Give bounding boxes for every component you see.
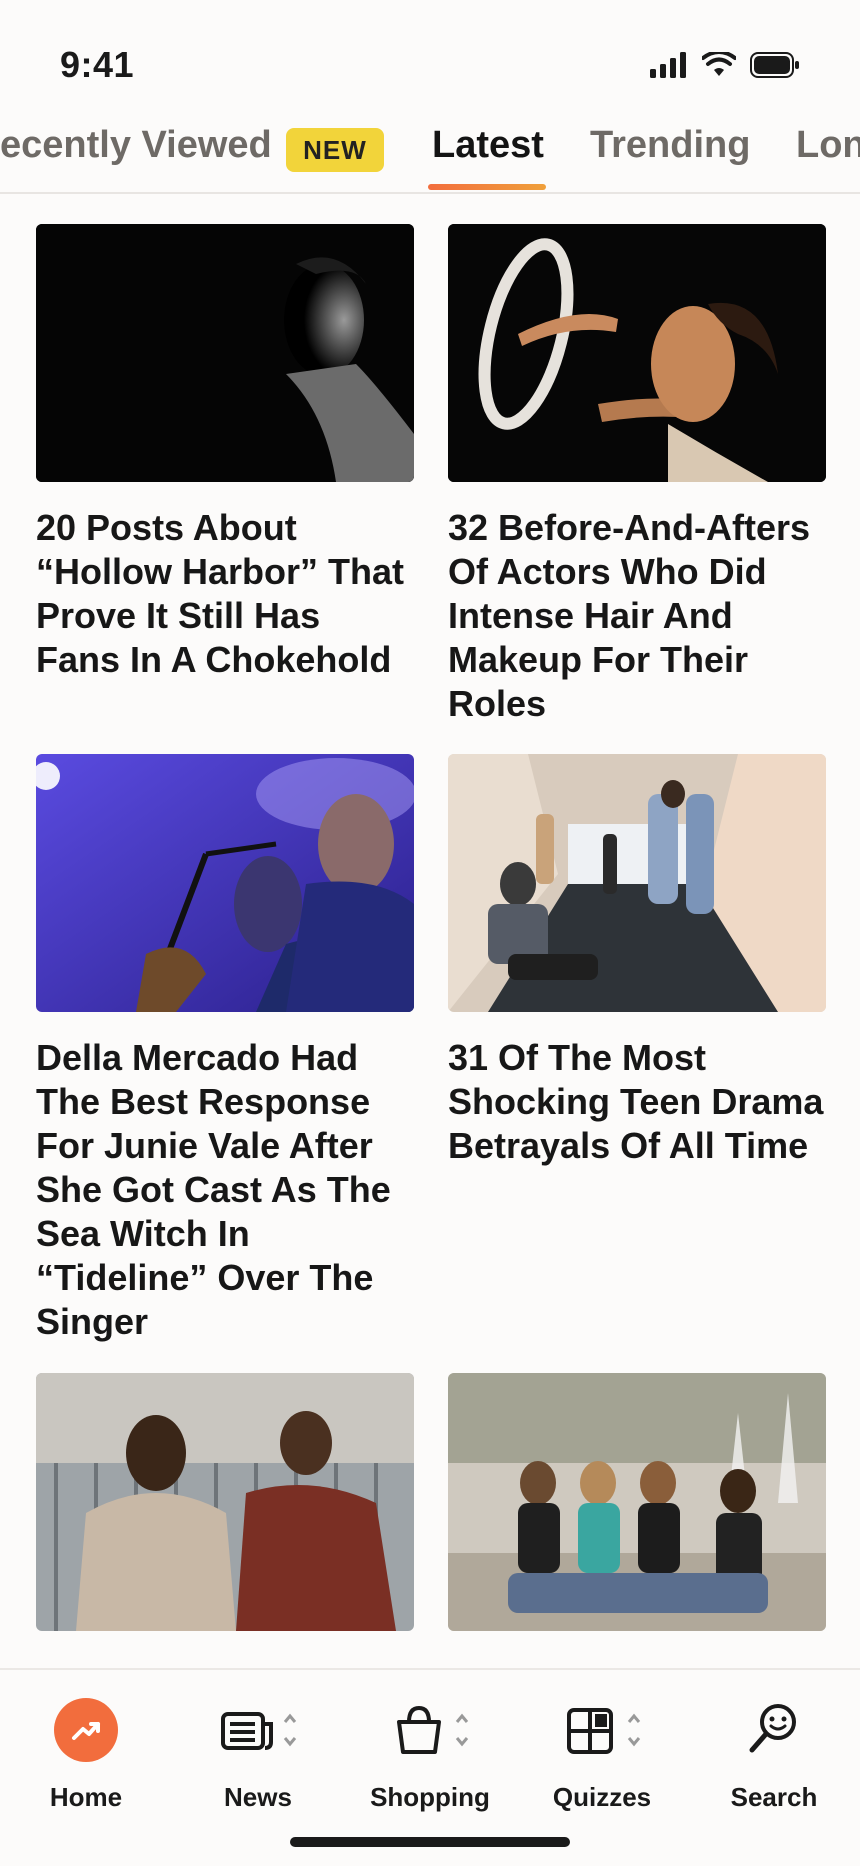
tab-recently-viewed[interactable]: ecently Viewed bbox=[0, 124, 272, 167]
nav-quizzes[interactable]: Quizzes bbox=[516, 1670, 688, 1812]
nav-search[interactable]: Search bbox=[688, 1670, 860, 1812]
status-bar: 9:41 bbox=[0, 0, 860, 120]
article-card[interactable]: 31 Of The Most Shocking Teen Drama Betra… bbox=[448, 754, 826, 1168]
nav-home[interactable]: Home bbox=[0, 1670, 172, 1812]
trending-arrow-icon bbox=[54, 1698, 118, 1762]
category-tabs: ecently Viewed Latest Trending Lon bbox=[0, 120, 860, 194]
article-thumbnail bbox=[448, 754, 826, 1012]
article-title[interactable]: 32 Before-And-Afters Of Actors Who Did I… bbox=[448, 506, 826, 726]
shopping-bag-icon bbox=[397, 1705, 469, 1754]
article-thumbnail bbox=[36, 1373, 414, 1631]
article-thumbnail bbox=[448, 224, 826, 482]
article-title[interactable]: Della Mercado Had The Best Response For … bbox=[36, 1036, 414, 1344]
article-thumbnail bbox=[36, 224, 414, 482]
nav-label: Home bbox=[49, 1782, 123, 1812]
nav-label: Search bbox=[730, 1782, 818, 1812]
active-tab-indicator bbox=[428, 184, 546, 190]
article-card[interactable] bbox=[448, 1373, 826, 1631]
nav-label: Quizzes bbox=[552, 1782, 652, 1812]
search-smiley-icon bbox=[749, 1704, 796, 1753]
status-time: 9:41 bbox=[60, 44, 135, 85]
article-title[interactable]: 20 Posts About “Hollow Harbor” That Prov… bbox=[36, 506, 414, 682]
nav-label: Shopping bbox=[370, 1782, 490, 1812]
new-badge: NEW bbox=[286, 128, 384, 172]
battery-icon bbox=[750, 52, 799, 78]
tab-longreads[interactable]: Lon bbox=[796, 124, 860, 167]
status-icons bbox=[650, 52, 800, 78]
article-card[interactable]: 32 Before-And-Afters Of Actors Who Did I… bbox=[448, 224, 826, 726]
tab-trending[interactable]: Trending bbox=[590, 124, 750, 167]
article-card[interactable]: 20 Posts About “Hollow Harbor” That Prov… bbox=[36, 224, 414, 682]
article-card[interactable] bbox=[36, 1373, 414, 1631]
cellular-signal-icon bbox=[650, 52, 686, 78]
nav-news[interactable]: News bbox=[172, 1670, 344, 1812]
article-thumbnail bbox=[448, 1373, 826, 1631]
article-thumbnail bbox=[36, 754, 414, 1012]
tab-latest[interactable]: Latest bbox=[432, 124, 544, 167]
nav-label: News bbox=[224, 1782, 292, 1812]
article-title[interactable]: 31 Of The Most Shocking Teen Drama Betra… bbox=[448, 1036, 826, 1168]
quiz-grid-icon bbox=[567, 1708, 641, 1754]
newspaper-icon bbox=[221, 1712, 297, 1750]
home-indicator[interactable] bbox=[290, 1837, 570, 1847]
wifi-icon bbox=[702, 52, 736, 76]
nav-shopping[interactable]: Shopping bbox=[344, 1670, 516, 1812]
article-card[interactable]: Della Mercado Had The Best Response For … bbox=[36, 754, 414, 1344]
